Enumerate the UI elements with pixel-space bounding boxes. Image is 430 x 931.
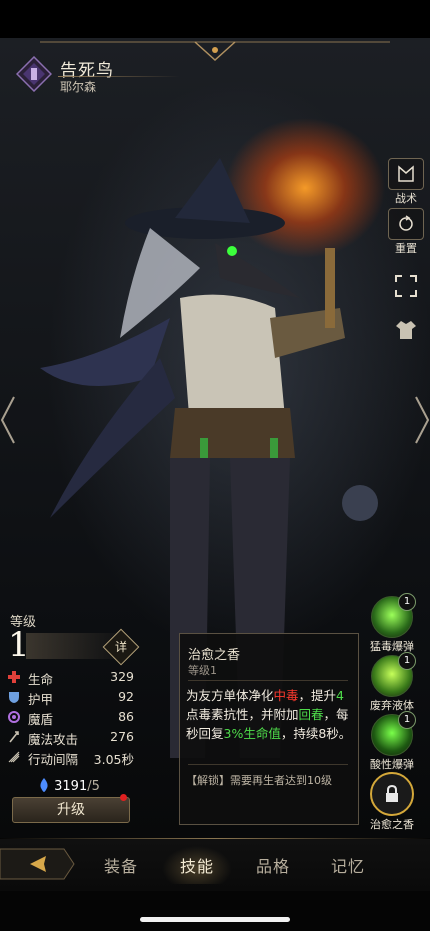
stat-value: 3.05秒 [93,752,134,767]
divider [188,680,348,681]
currency-max: /5 [87,779,100,794]
stat-row-magic-attack: 魔法攻击 276 [6,728,134,748]
reset-label: 重置 [395,242,417,255]
desc-text: ，持续8秒。 [280,726,352,741]
resist-value: 4 [336,688,344,703]
hero-subtitle: 耶尔森 [60,80,97,94]
tactics-label: 战术 [395,192,417,205]
desc-text: 为友方单体净化 [186,688,274,703]
desc-text: 点毒素抗性，并附加 [186,707,299,722]
skill-slot-toxic-bomb[interactable]: 1 猛毒爆弹 [362,593,422,654]
tactics-icon [388,158,424,190]
skill-slot-waste-liquid[interactable]: 1 废弃液体 [362,652,422,713]
level-detail-label: 详 [114,640,127,654]
tactics-button[interactable]: 战术 [388,158,424,206]
action-interval-icon [8,751,20,763]
skill-level-badge: 1 [398,711,416,729]
magic-shield-icon [8,711,20,723]
heal-percent: 3%生命值 [223,726,281,741]
stat-label: 护甲 [28,692,54,707]
skill-level-badge: 1 [398,652,416,670]
class-emblem-icon [15,55,53,93]
desc-text: ，提升 [298,688,337,703]
armor-icon [9,692,19,703]
previous-hero-arrow[interactable] [0,395,18,445]
outfit-icon [396,321,416,339]
skill-description: 为友方单体净化中毒，提升4点毒素抗性，并附加回春，每秒回复3%生命值，持续8秒。 [186,686,354,743]
stat-label: 生命 [28,672,54,687]
skill-name: 酸性爆弹 [370,758,414,771]
tab-equipment[interactable]: 装备 [104,853,138,877]
status-bar [0,0,430,38]
magic-attack-icon [9,731,19,743]
level-value: 1 [8,625,30,665]
skill-title: 治愈之香 [188,648,241,663]
stat-label: 行动间隔 [28,752,79,767]
stat-value: 92 [118,689,134,704]
regen-keyword: 回春 [298,707,324,722]
lock-icon [386,784,398,802]
skill-name: 废弃液体 [370,699,414,712]
upgrade-button[interactable]: 升级 [12,797,130,823]
skill-level: 等级1 [188,664,217,677]
waste-liquid-icon: 1 [371,652,416,697]
skill-level-badge: 1 [398,593,416,611]
skill-slot-acid-bomb[interactable]: 1 酸性爆弹 [362,711,422,772]
fullscreen-button[interactable] [388,274,424,301]
stat-row-armor: 护甲 92 [6,688,134,708]
tab-skills[interactable]: 技能 [180,853,214,877]
toxic-bomb-icon: 1 [371,593,416,638]
acid-bomb-icon: 1 [371,711,416,756]
soul-essence-icon [40,778,48,792]
healing-incense-icon [370,772,414,816]
notification-dot [120,794,127,801]
tab-memory[interactable]: 记忆 [331,853,365,877]
skill-name: 猛毒爆弹 [370,640,414,653]
stat-value: 276 [110,729,134,744]
divider [188,764,348,765]
stat-row-action-interval: 行动间隔 3.05秒 [6,748,134,768]
poison-keyword: 中毒 [273,688,299,703]
home-tab-button[interactable] [0,845,76,883]
skill-name: 治愈之香 [370,818,414,831]
stat-value: 86 [118,709,134,724]
health-icon [8,671,20,683]
tab-character[interactable]: 品格 [256,853,290,877]
skill-slot-healing-incense[interactable]: 治愈之香 [362,772,422,832]
reset-icon [388,208,424,240]
outfit-button[interactable] [388,318,424,345]
stat-row-magic-shield: 魔盾 86 [6,708,134,728]
hero-detail-screen: 告死鸟 耶尔森 战术 重置 等级 1 详 生命 329 护甲 92 魔盾 86 … [0,0,430,931]
stat-row-health: 生命 329 [6,668,134,688]
stat-value: 329 [110,669,134,684]
home-indicator [140,917,290,922]
stats-list: 生命 329 护甲 92 魔盾 86 魔法攻击 276 行动间隔 3.05秒 [6,668,134,768]
currency-amount: 3191 [54,779,88,794]
skill-unlock-requirement: 【解锁】需要再生者达到10级 [186,774,332,787]
skill-detail-panel: 治愈之香 等级1 为友方单体净化中毒，提升4点毒素抗性，并附加回春，每秒回复3%… [179,633,359,825]
reset-button[interactable]: 重置 [388,208,424,256]
stat-label: 魔盾 [28,712,54,727]
name-divider [58,76,180,77]
next-hero-arrow[interactable] [412,395,430,445]
upgrade-cost: 3191/5 [38,778,100,794]
hero-class-badge [15,55,53,93]
stat-label: 魔法攻击 [28,732,79,747]
fullscreen-icon [395,275,417,297]
